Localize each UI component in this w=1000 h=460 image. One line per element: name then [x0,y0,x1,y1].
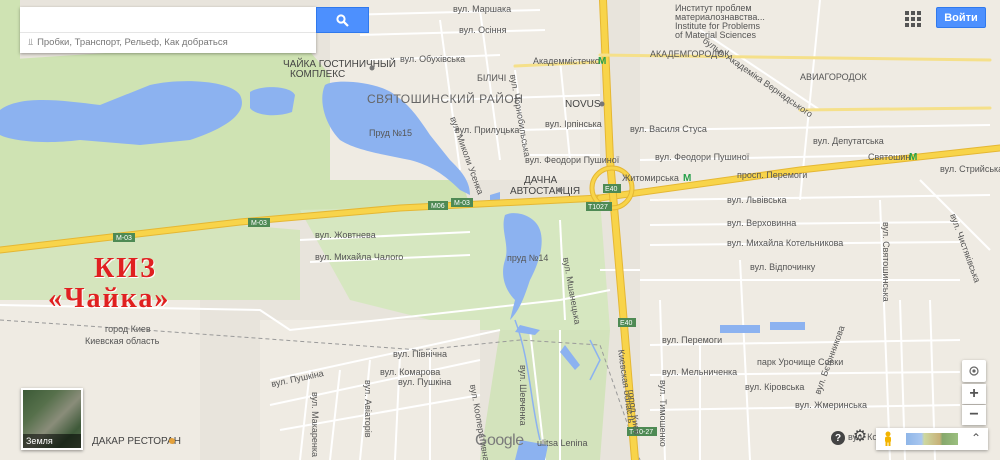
svg-text:ulitsa Lenina: ulitsa Lenina [537,438,588,448]
svg-text:вул. Мельниченка: вул. Мельниченка [662,367,737,377]
svg-text:просп. Перемоги: просп. Перемоги [737,170,807,180]
map-canvas[interactable]: М-03 М-03 М-03 М06 E40 E40 T1027 T-10-27… [0,0,1000,460]
svg-text:E40: E40 [620,320,633,327]
zoom-in-button[interactable]: + [962,384,986,404]
svg-text:БІЛИЧІ: БІЛИЧІ [477,73,506,83]
svg-text:M: M [909,152,917,163]
svg-text:вул. Кіровська: вул. Кіровська [745,382,804,392]
svg-text:М06: М06 [431,203,445,210]
svg-text:вул. Жмеринська: вул. Жмеринська [795,400,867,410]
collapse-icon[interactable]: ⌃ [968,430,984,446]
pegman-icon[interactable] [882,431,894,447]
svg-text:вул. Авіаторів: вул. Авіаторів [363,380,373,438]
suggestion-text: Пробки, Транспорт, Рельеф, Как добраться [37,37,228,48]
search-box: ⫫ Пробки, Транспорт, Рельеф, Как добратьс… [20,7,316,53]
district-label-aviagorodok: АВИАГОРОДОК [800,72,868,82]
svg-text:вул. Михайла Котельникова: вул. Михайла Котельникова [727,238,843,248]
svg-text:Академмістечко: Академмістечко [533,56,600,66]
search-button[interactable] [316,7,369,33]
my-location-button[interactable] [962,360,986,382]
svg-text:вул. Василя Стуса: вул. Василя Стуса [630,124,707,134]
svg-text:Святошин: Святошин [868,152,910,162]
svg-text:вул. Ірпінська: вул. Ірпінська [545,119,602,129]
svg-text:вул. Святошинська: вул. Святошинська [881,222,891,302]
svg-text:вул. Пушкіна: вул. Пушкіна [398,377,451,387]
metro-icon: M [909,152,917,163]
svg-text:вул. Шевченка: вул. Шевченка [518,365,528,426]
svg-text:М-03: М-03 [251,220,267,227]
svg-text:пруд №14: пруд №14 [507,253,548,263]
metro-icon: M [683,173,691,184]
svg-text:E40: E40 [605,186,618,193]
svg-text:КОМПЛЕКС: КОМПЛЕКС [290,69,345,80]
svg-text:M: M [683,173,691,184]
svg-text:вул. Комарова: вул. Комарова [380,367,440,377]
svg-text:М-03: М-03 [454,200,470,207]
svg-text:of Material Sciences: of Material Sciences [675,30,757,40]
svg-text:вул. Перемоги: вул. Перемоги [662,335,722,345]
svg-text:вул. Михайла Чалого: вул. Михайла Чалого [315,252,403,262]
apps-grid-icon[interactable] [905,11,921,27]
imagery-thumbnails[interactable] [906,433,958,445]
svg-text:M: M [598,56,606,67]
earth-view-toggle[interactable]: Земля [21,388,83,450]
metro-icon: M [598,56,606,67]
bottom-control-bar: ⌃ [876,428,988,450]
svg-text:вул. Маршака: вул. Маршака [453,4,511,14]
svg-text:вул. Макаренка: вул. Макаренка [310,392,320,457]
svg-text:вул. Обухівська: вул. Обухівська [400,54,465,64]
svg-text:ДАЧНА: ДАЧНА [524,175,558,186]
svg-text:Житомирська: Житомирська [622,173,679,183]
search-input[interactable] [20,7,316,33]
svg-text:вул. Північна: вул. Північна [393,349,447,359]
svg-text:вул. Жовтнева: вул. Жовтнева [315,230,376,240]
google-logo: Google [475,432,524,449]
signin-button[interactable]: Войти [936,7,986,28]
suggestion-row[interactable]: ⫫ Пробки, Транспорт, Рельеф, Как добратьс… [28,37,228,48]
svg-text:вул. Верховинна: вул. Верховинна [727,218,796,228]
svg-text:T1027: T1027 [588,204,608,211]
earth-label: Земля [23,434,81,448]
svg-text:вул. Стрийська: вул. Стрийська [940,164,1000,174]
svg-text:Киевская область: Киевская область [85,336,160,346]
svg-text:NOVUS: NOVUS [565,99,601,110]
route-icon: ⫫ [28,37,34,47]
svg-text:вул. Львівська: вул. Львівська [727,195,787,205]
svg-text:вул. Тимошенко: вул. Тимошенко [658,380,668,447]
settings-icon[interactable]: ⚙ [852,429,868,445]
svg-text:ДАКАР РЕСТОРАН: ДАКАР РЕСТОРАН [92,436,181,447]
svg-text:город Киев: город Киев [105,324,151,334]
svg-text:АВТОСТАНЦІЯ: АВТОСТАНЦІЯ [510,186,580,197]
location-icon [969,366,979,376]
svg-text:вул. Депутатська: вул. Депутатська [813,136,884,146]
svg-text:вул. Осіння: вул. Осіння [459,25,507,35]
svg-text:Пруд №15: Пруд №15 [369,128,412,138]
help-icon[interactable]: ? [831,431,845,445]
svg-text:вул. Феодори Пушиної: вул. Феодори Пушиної [655,152,750,162]
overlay-title-kiz: КИЗ [94,253,157,284]
district-label-sviatoshynskyi: СВЯТОШИНСКИЙ РАЙОН [367,91,523,106]
overlay-title-chaika: «Чайка» [48,283,171,314]
zoom-out-button[interactable]: − [962,405,986,425]
svg-text:вул. Феодори Пушиної: вул. Феодори Пушиної [525,155,620,165]
search-icon [336,13,349,27]
svg-text:вул. Відпочинку: вул. Відпочинку [750,262,816,272]
svg-text:М-03: М-03 [116,235,132,242]
